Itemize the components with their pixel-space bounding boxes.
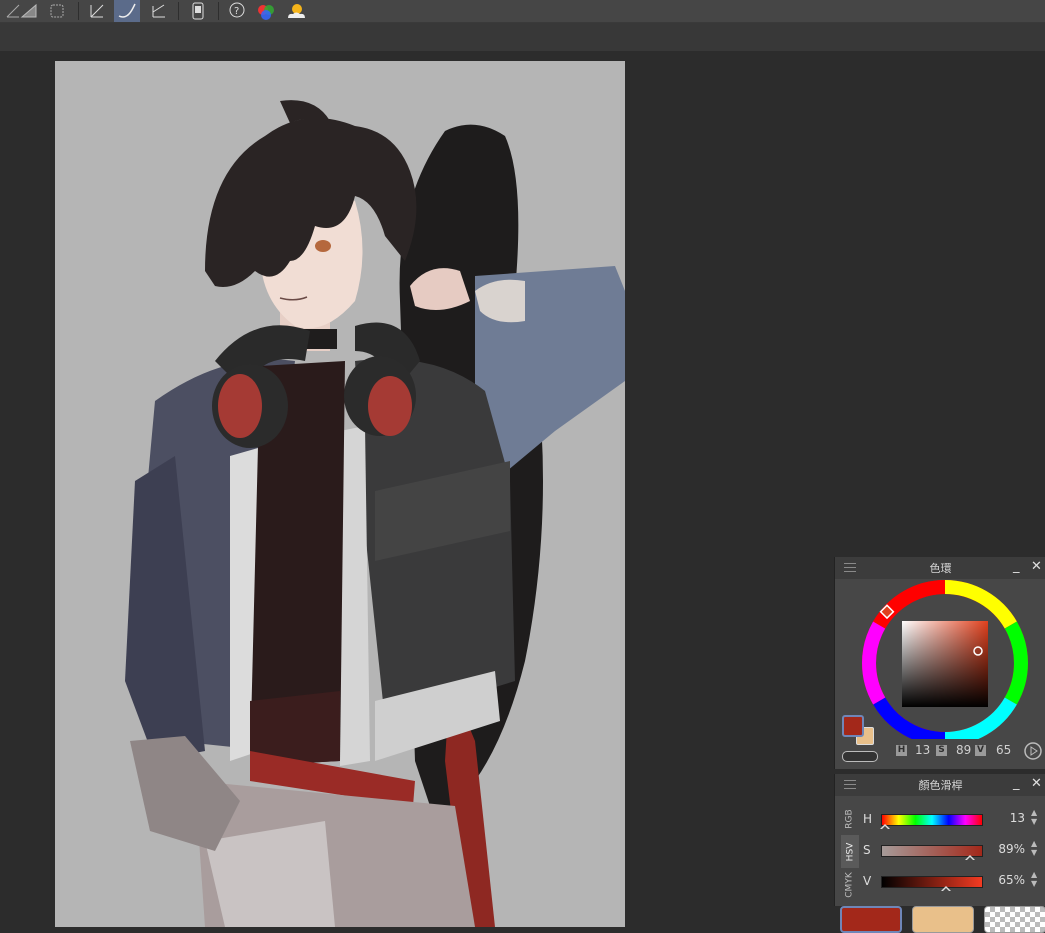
s-badge: S — [936, 745, 947, 756]
tab-rgb[interactable]: RGB — [841, 802, 859, 835]
hsv-readout: H 13 S 89 V 65 — [835, 741, 1045, 761]
tab-cmyk[interactable]: CMYK — [841, 868, 859, 901]
close-icon[interactable]: ✕ — [1031, 776, 1042, 791]
command-bar — [0, 23, 1045, 51]
color-wheel-panel: 色環 _ ✕ H 13 S 89 V 65 — [834, 557, 1045, 769]
main-color-swatch[interactable] — [840, 906, 902, 933]
color-wheel-title-bar[interactable]: 色環 _ ✕ — [835, 557, 1045, 579]
value-stepper-icon[interactable]: ▲ ▼ — [1031, 870, 1037, 888]
ruler-hatched-icon[interactable] — [16, 0, 42, 22]
saturation-stepper-icon[interactable]: ▲ ▼ — [1031, 839, 1037, 857]
play-icon[interactable] — [1023, 741, 1043, 761]
sub-color-swatch[interactable] — [912, 906, 974, 933]
character-illustration — [125, 100, 625, 927]
main-color-chip[interactable] — [842, 715, 864, 737]
color-slider-title-bar[interactable]: 顏色滑桿 _ ✕ — [835, 774, 1045, 796]
h-value: 13 — [915, 743, 931, 757]
pen-curve-icon[interactable] — [114, 0, 140, 22]
saturation-value: 89% — [998, 842, 1025, 856]
saturation-slider-row: S 89% ▲ ▼ — [863, 839, 1043, 863]
value-slider-handle[interactable] — [941, 886, 951, 891]
help-icon[interactable]: ? — [224, 0, 250, 22]
tab-hsv[interactable]: HSV — [841, 835, 859, 868]
hue-value: 13 — [1009, 811, 1025, 825]
panel-menu-icon[interactable] — [844, 563, 856, 573]
saturation-slider-label: S — [863, 843, 871, 857]
value-slider[interactable] — [881, 876, 983, 888]
minimize-icon[interactable]: _ — [1013, 559, 1020, 574]
v-value: 65 — [996, 743, 1012, 757]
frame-icon[interactable] — [44, 0, 70, 22]
hue-ring[interactable] — [835, 579, 1045, 739]
color-mode-tabs: RGB HSV CMYK — [841, 802, 859, 902]
color-slider-panel: 顏色滑桿 _ ✕ RGB HSV CMYK H 13 ▲ ▼ S 89% ▲ ▼ V — [834, 774, 1045, 906]
color-slider-title: 顏色滑桿 — [918, 779, 963, 792]
value-value: 65% — [998, 873, 1025, 887]
hue-slider[interactable] — [881, 814, 983, 826]
svg-text:?: ? — [234, 6, 239, 17]
h-badge: H — [896, 745, 907, 756]
hue-stepper-icon[interactable]: ▲ ▼ — [1031, 808, 1037, 826]
s-value: 89 — [956, 743, 972, 757]
color-circle-icon[interactable] — [254, 0, 280, 22]
v-badge: V — [975, 745, 986, 756]
drawing-canvas[interactable] — [55, 61, 625, 927]
hue-slider-handle[interactable] — [880, 824, 890, 829]
saturation-slider-handle[interactable] — [965, 855, 975, 860]
weather-icon[interactable] — [284, 0, 310, 22]
hue-slider-row: H 13 ▲ ▼ — [863, 808, 1043, 832]
line-corner-icon[interactable] — [146, 0, 172, 22]
minimize-icon[interactable]: _ — [1013, 776, 1020, 791]
panel-menu-icon[interactable] — [844, 780, 856, 790]
value-slider-row: V 65% ▲ ▼ — [863, 870, 1043, 894]
color-wheel-title: 色環 — [929, 562, 952, 575]
transparent-color-swatch[interactable] — [984, 906, 1045, 933]
hue-slider-label: H — [863, 812, 873, 826]
value-slider-label: V — [863, 874, 872, 888]
phone-preview-icon[interactable] — [185, 0, 211, 22]
close-icon[interactable]: ✕ — [1031, 559, 1042, 574]
top-toolbar: ? — [0, 0, 1045, 23]
line-edit-icon[interactable] — [84, 0, 110, 22]
